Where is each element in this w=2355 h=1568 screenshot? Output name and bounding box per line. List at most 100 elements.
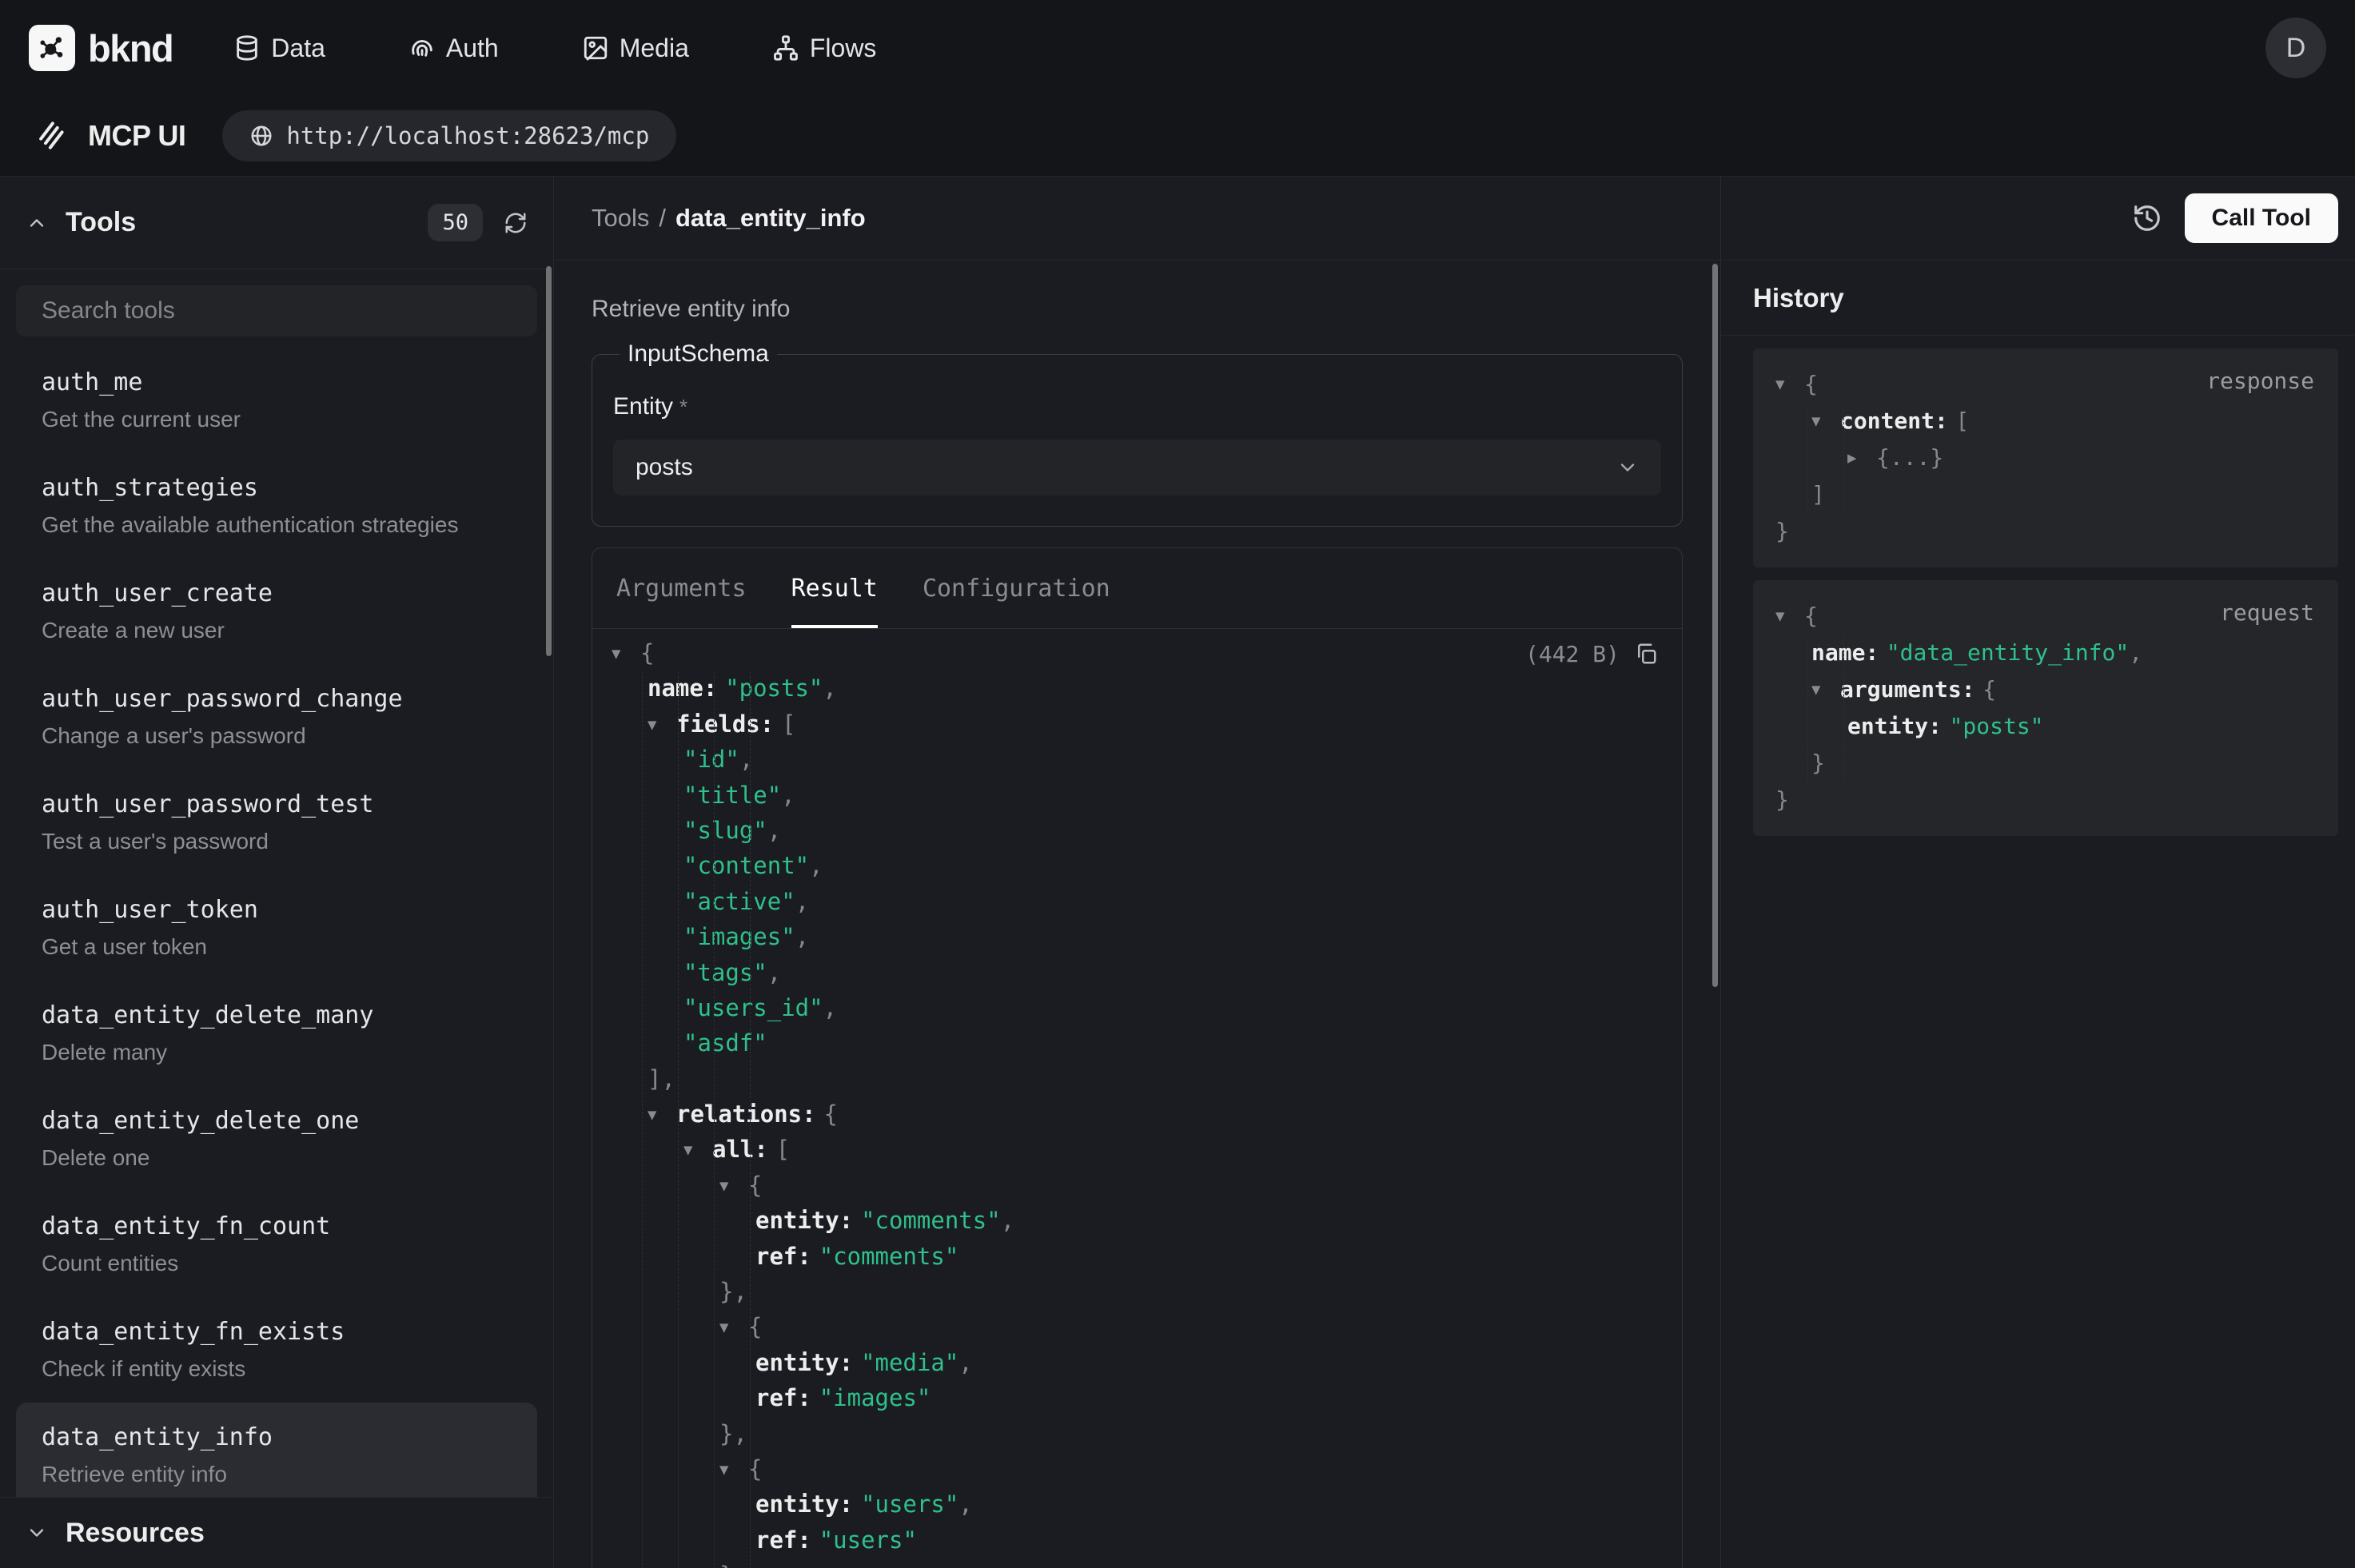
json-string-value: "content"	[683, 852, 809, 879]
history-card-response[interactable]: response ▼{▼content:[▶{...}]}	[1753, 348, 2338, 567]
tool-list-item[interactable]: auth_user_create Create a new user	[16, 559, 537, 664]
json-line: "asdf"	[612, 1025, 1660, 1061]
nav-item-auth[interactable]: Auth	[408, 34, 499, 63]
json-line: entity:"users",	[612, 1486, 1660, 1522]
user-avatar[interactable]: D	[2265, 18, 2326, 78]
tree-toggle-icon[interactable]: ▼	[648, 1097, 676, 1132]
json-punctuation: {	[1804, 371, 1818, 397]
tree-toggle-icon[interactable]: ▼	[612, 636, 640, 671]
fingerprint-icon	[408, 34, 436, 62]
json-tree: ▼{name:"data_entity_info",▼arguments:{en…	[1775, 598, 2316, 818]
breadcrumb-section[interactable]: Tools	[592, 204, 649, 233]
tree-toggle-icon[interactable]: ▼	[1811, 671, 1840, 708]
tab-label: Arguments	[616, 575, 747, 603]
indent-guide	[678, 672, 679, 1568]
main-scrollbar[interactable]	[1712, 264, 1718, 987]
tree-toggle-icon[interactable]: ▼	[1775, 598, 1804, 635]
tool-list-item[interactable]: auth_user_token Get a user token	[16, 875, 537, 981]
json-line: "images",	[612, 919, 1660, 954]
json-line: }	[1775, 513, 2316, 550]
tree-toggle-icon[interactable]: ▼	[719, 1168, 748, 1204]
tool-description: Check if entity exists	[42, 1356, 512, 1382]
tool-list-item[interactable]: data_entity_fn_exists Check if entity ex…	[16, 1297, 537, 1403]
history-clock-icon[interactable]	[2132, 203, 2162, 233]
json-line: ▼{	[1775, 366, 2316, 403]
json-punctuation: [	[1955, 408, 1969, 434]
tool-list-item[interactable]: data_entity_fn_count Count entities	[16, 1192, 537, 1297]
bknd-logo-icon[interactable]	[29, 25, 75, 71]
brand-wordmark: bknd	[88, 26, 173, 70]
json-string-value: "posts"	[1950, 713, 2044, 739]
json-punctuation: }	[1775, 786, 1789, 813]
tab[interactable]: Arguments	[616, 548, 747, 628]
json-key: entity:	[1847, 713, 1942, 739]
json-punctuation: },	[719, 1420, 747, 1447]
tools-section-header[interactable]: Tools 50	[0, 177, 553, 269]
server-url-pill[interactable]: http://localhost:28623/mcp	[222, 110, 676, 161]
tree-toggle-icon[interactable]: ▼	[719, 1452, 748, 1487]
tab-bar: Arguments Result Configuration	[592, 548, 1682, 629]
call-tool-button[interactable]: Call Tool	[2185, 193, 2338, 243]
tool-list-item[interactable]: auth_user_password_change Change a user'…	[16, 664, 537, 770]
tree-toggle-icon[interactable]: ▼	[683, 1132, 712, 1168]
json-string-value: "users_id"	[683, 994, 823, 1021]
tool-list-item[interactable]: data_entity_delete_many Delete many	[16, 981, 537, 1086]
tree-toggle-icon[interactable]: ▼	[1775, 366, 1804, 403]
top-nav: bknd Data Auth	[0, 0, 2355, 96]
main-panel: Tools / data_entity_info Retrieve entity…	[554, 177, 1720, 1568]
tool-description: Get the available authentication strateg…	[42, 512, 512, 538]
tree-toggle-icon[interactable]: ▼	[648, 707, 676, 742]
json-line: "title",	[612, 778, 1660, 813]
json-punctuation: ,	[767, 817, 781, 844]
tool-description: Count entities	[42, 1251, 512, 1276]
tab[interactable]: Result	[791, 548, 878, 628]
tool-list-item[interactable]: data_entity_delete_one Delete one	[16, 1086, 537, 1192]
json-key: entity:	[755, 1207, 853, 1234]
json-punctuation: ,	[823, 675, 836, 702]
sidebar-scrollbar[interactable]	[546, 266, 552, 656]
chevron-down-icon	[1616, 456, 1639, 479]
result-container: Arguments Result Configuration (442 B)	[592, 547, 1683, 1568]
chevron-up-icon[interactable]	[26, 212, 48, 234]
json-line: ref:"images"	[612, 1380, 1660, 1415]
tool-list-item[interactable]: auth_user_password_test Test a user's pa…	[16, 770, 537, 875]
json-key: name:	[648, 675, 717, 702]
json-punctuation: [	[782, 710, 795, 738]
json-string-value: "comments"	[819, 1243, 959, 1270]
tab-label: Configuration	[922, 575, 1110, 603]
tree-toggle-icon[interactable]: ▼	[1811, 403, 1840, 440]
tool-list-item[interactable]: data_entity_info Retrieve entity info	[16, 1403, 537, 1497]
entity-select[interactable]: posts	[613, 440, 1661, 495]
json-punctuation: {	[640, 639, 654, 667]
tree-toggle-icon[interactable]: ▼	[719, 1310, 748, 1345]
tool-description: Delete one	[42, 1145, 512, 1171]
nav-item-data[interactable]: Data	[233, 34, 325, 63]
nav-item-media[interactable]: Media	[582, 34, 689, 63]
json-line: ▼arguments:{	[1775, 671, 2316, 708]
json-line: name:"posts",	[612, 671, 1660, 706]
history-title: History	[1753, 283, 1844, 313]
tool-name: auth_user_password_change	[42, 685, 512, 713]
json-key: arguments:	[1840, 676, 1975, 702]
resources-section-header[interactable]: Resources	[0, 1497, 553, 1568]
tab[interactable]: Configuration	[922, 548, 1110, 628]
tool-list-item[interactable]: auth_me Get the current user	[16, 348, 537, 453]
json-string-value: "slug"	[683, 817, 767, 844]
json-string-value: "id"	[683, 746, 739, 773]
refresh-icon[interactable]	[504, 211, 528, 235]
search-input[interactable]	[16, 285, 537, 336]
mcp-logo-icon	[34, 118, 69, 153]
json-string-value: "users"	[819, 1526, 917, 1554]
json-punctuation: }	[1811, 750, 1825, 776]
json-line: ref:"users"	[612, 1522, 1660, 1558]
nav-item-flows[interactable]: Flows	[772, 34, 877, 63]
history-card-request[interactable]: request ▼{name:"data_entity_info",▼argum…	[1753, 580, 2338, 836]
tool-list-item[interactable]: auth_strategies Get the available authen…	[16, 453, 537, 559]
resources-section-title: Resources	[66, 1518, 205, 1549]
json-key: ref:	[755, 1384, 811, 1411]
json-string-value: "asdf"	[683, 1029, 767, 1057]
chevron-down-icon[interactable]	[26, 1522, 48, 1544]
tree-toggle-icon[interactable]: ▶	[1847, 440, 1876, 476]
json-line: "tags",	[612, 955, 1660, 990]
server-url: http://localhost:28623/mcp	[286, 122, 649, 149]
